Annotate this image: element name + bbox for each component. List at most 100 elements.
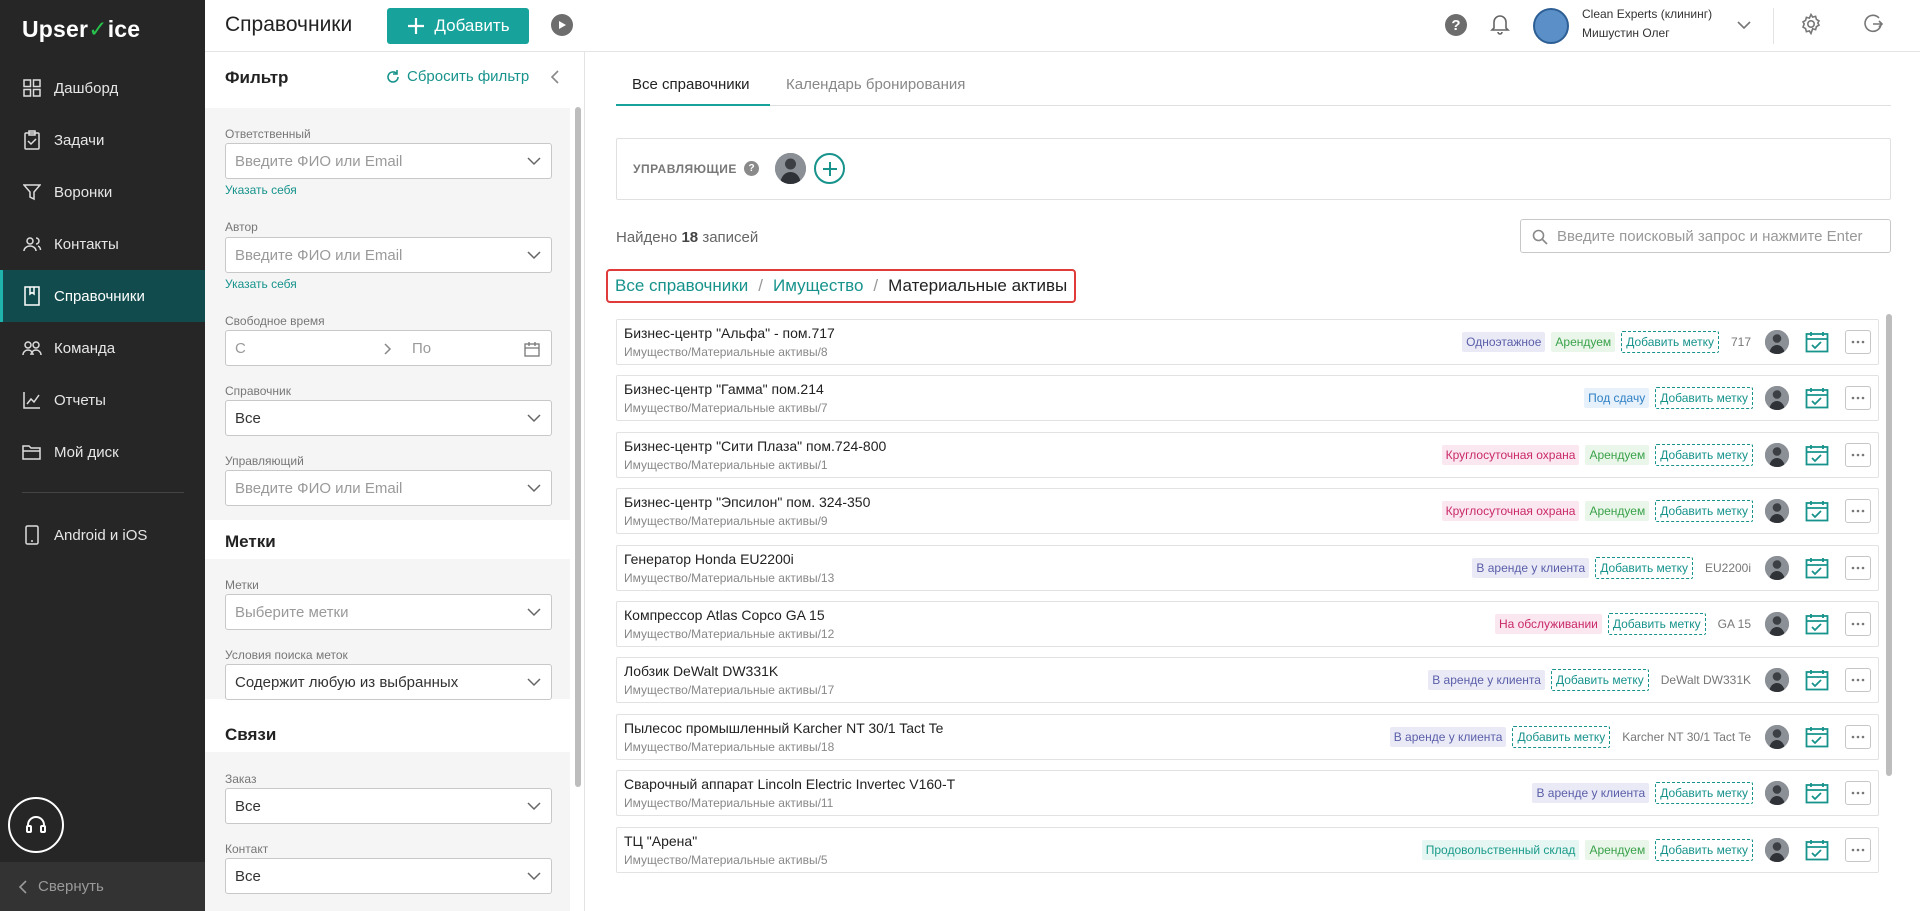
more-options-button[interactable] [1845, 499, 1871, 524]
booking-calendar-icon[interactable] [1805, 613, 1829, 635]
nav-item-team[interactable]: Команда [0, 322, 205, 374]
booking-calendar-icon[interactable] [1805, 387, 1829, 409]
logout-icon[interactable] [1862, 13, 1884, 39]
more-options-button[interactable] [1845, 386, 1871, 411]
add-tag-button[interactable]: Добавить метку [1655, 838, 1753, 861]
nav-item-my-disk[interactable]: Мой диск [0, 426, 205, 478]
booking-calendar-icon[interactable] [1805, 500, 1829, 522]
booking-calendar-icon[interactable] [1805, 557, 1829, 579]
tab-all-directories[interactable]: Все справочники [616, 76, 770, 106]
more-options-button[interactable] [1845, 612, 1871, 636]
calendar-icon[interactable] [524, 341, 540, 357]
tags-condition-select[interactable]: Содержит любую из выбранных [225, 664, 552, 700]
tag-badge[interactable]: Арендуем [1585, 839, 1650, 860]
add-tag-button[interactable]: Добавить метку [1595, 556, 1693, 579]
add-tag-button[interactable]: Добавить метку [1655, 443, 1753, 466]
table-row[interactable]: Лобзик DeWalt DW331K Имущество/Материальн… [616, 657, 1879, 704]
author-input[interactable]: Введите ФИО или Email [225, 237, 552, 273]
booking-calendar-icon[interactable] [1805, 726, 1829, 748]
logo[interactable]: Upser✓ice [22, 16, 140, 43]
table-row[interactable]: Генератор Honda EU2200i Имущество/Материа… [616, 544, 1879, 591]
more-options-button[interactable] [1845, 442, 1871, 467]
tag-badge[interactable]: В аренде у клиента [1428, 670, 1545, 691]
tag-badge[interactable]: Продовольственный склад [1421, 839, 1580, 860]
booking-calendar-icon[interactable] [1805, 669, 1829, 691]
tab-booking-calendar[interactable]: Календарь бронирования [786, 76, 965, 106]
nav-item-mobile-apps[interactable]: Android и iOS [0, 509, 205, 561]
table-row[interactable]: Сварочный аппарат Lincoln Electric Inver… [616, 770, 1879, 817]
responsible-avatar[interactable] [1765, 781, 1789, 806]
organization-avatar[interactable] [1533, 8, 1569, 44]
responsible-avatar[interactable] [1765, 386, 1789, 411]
author-self-link[interactable]: Указать себя [225, 277, 297, 291]
responsible-avatar[interactable] [1765, 499, 1789, 524]
responsible-input[interactable]: Введите ФИО или Email [225, 143, 552, 179]
filter-scrollbar[interactable] [575, 107, 581, 787]
manager-avatar[interactable] [775, 153, 806, 184]
order-select[interactable]: Все [225, 788, 552, 824]
table-row[interactable]: Бизнес-центр "Гамма" пом.214 Имущество/Ма… [616, 375, 1879, 422]
more-options-button[interactable] [1845, 555, 1871, 580]
collapse-sidebar-button[interactable]: Свернуть [0, 862, 205, 911]
add-tag-button[interactable]: Добавить метку [1512, 725, 1611, 748]
booking-calendar-icon[interactable] [1805, 331, 1829, 353]
chevron-down-icon[interactable] [1737, 17, 1751, 34]
play-video-button[interactable] [551, 14, 573, 36]
more-options-button[interactable] [1845, 668, 1871, 693]
table-row[interactable]: Компрессор Atlas Copco GA 15 Имущество/Ма… [616, 601, 1879, 647]
more-options-button[interactable] [1845, 330, 1871, 354]
free-time-range-input[interactable]: С По [225, 330, 552, 366]
date-from[interactable]: С [235, 340, 246, 357]
tags-select[interactable]: Выберите метки [225, 594, 552, 630]
tag-badge[interactable]: Арендуем [1585, 444, 1650, 465]
add-manager-button[interactable] [814, 153, 845, 184]
nav-item-funnels[interactable]: Воронки [0, 166, 205, 218]
row-title[interactable]: Бизнес-центр "Гамма" пом.214 [624, 381, 824, 397]
responsible-avatar[interactable] [1765, 668, 1789, 693]
responsible-avatar[interactable] [1765, 330, 1789, 354]
search-input[interactable]: Введите поисковый запрос и нажмите Enter [1520, 219, 1891, 253]
row-title[interactable]: Генератор Honda EU2200i [624, 551, 794, 567]
breadcrumb-all[interactable]: Все справочники [615, 276, 748, 296]
booking-calendar-icon[interactable] [1805, 782, 1829, 804]
nav-item-contacts[interactable]: Контакты [0, 218, 205, 270]
nav-item-reports[interactable]: Отчеты [0, 374, 205, 426]
add-tag-button[interactable]: Добавить метку [1655, 500, 1753, 523]
directory-select[interactable]: Все [225, 400, 552, 436]
date-to[interactable]: По [412, 340, 431, 357]
settings-gear-icon[interactable] [1800, 12, 1822, 39]
add-tag-button[interactable]: Добавить метку [1621, 331, 1719, 353]
responsible-avatar[interactable] [1765, 724, 1789, 749]
user-name[interactable]: Мишустин Олег [1582, 26, 1670, 40]
breadcrumb-property[interactable]: Имущество [773, 276, 863, 296]
add-tag-button[interactable]: Добавить метку [1655, 387, 1753, 410]
responsible-avatar[interactable] [1765, 442, 1789, 467]
add-tag-button[interactable]: Добавить метку [1607, 613, 1706, 635]
add-tag-button[interactable]: Добавить метку [1655, 782, 1753, 805]
booking-calendar-icon[interactable] [1805, 444, 1829, 466]
add-tag-button[interactable]: Добавить метку [1550, 669, 1649, 692]
notifications-bell-icon[interactable] [1490, 13, 1510, 39]
table-row[interactable]: Бизнес-центр "Эпсилон" пом. 324-350 Имуще… [616, 488, 1879, 535]
table-row[interactable]: Пылесос промышленный Karcher NT 30/1 Tac… [616, 713, 1879, 760]
table-row[interactable]: ТЦ "Арена" Имущество/Материальные активы/… [616, 826, 1879, 873]
row-title[interactable]: Бизнес-центр "Эпсилон" пом. 324-350 [624, 494, 870, 510]
nav-item-tasks[interactable]: Задачи [0, 114, 205, 166]
more-options-button[interactable] [1845, 781, 1871, 806]
tag-badge[interactable]: В аренде у клиента [1389, 726, 1507, 747]
tag-badge[interactable]: Арендуем [1551, 332, 1616, 352]
contact-select[interactable]: Все [225, 858, 552, 894]
records-scrollbar[interactable] [1886, 314, 1892, 776]
tag-badge[interactable]: В аренде у клиента [1472, 557, 1590, 578]
tag-badge[interactable]: Одноэтажное [1462, 332, 1546, 352]
organization-name[interactable]: Clean Experts (клининг) [1582, 7, 1712, 21]
tag-badge[interactable]: Под сдачу [1584, 388, 1650, 409]
row-title[interactable]: Пылесос промышленный Karcher NT 30/1 Tac… [624, 720, 943, 736]
tag-badge[interactable]: В аренде у клиента [1532, 783, 1650, 804]
collapse-filter-chevron-icon[interactable] [550, 70, 560, 88]
tag-badge[interactable]: На обслуживании [1494, 614, 1602, 634]
row-title[interactable]: ТЦ "Арена" [624, 833, 697, 849]
table-row[interactable]: Бизнес-центр "Сити Плаза" пом.724-800 Иму… [616, 431, 1879, 478]
question-icon[interactable]: ? [744, 161, 759, 176]
row-title[interactable]: Лобзик DeWalt DW331K [624, 663, 778, 679]
